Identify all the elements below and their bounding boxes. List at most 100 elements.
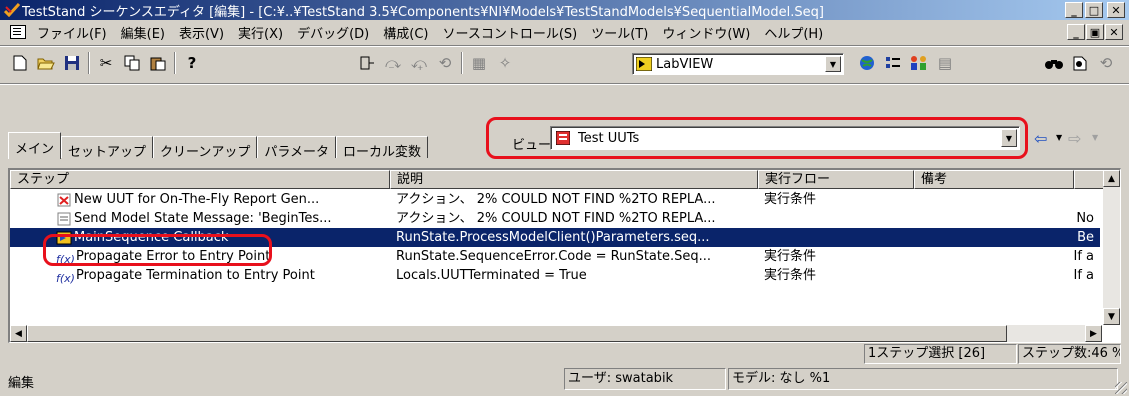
menu-configure[interactable]: 構成(C) [376,23,435,42]
toolbar-separator [174,52,176,74]
document-menu-icon[interactable] [10,25,26,39]
resize-grip[interactable] [1115,382,1127,394]
step-flow: 実行条件 [764,268,817,283]
copy-icon[interactable] [120,52,144,74]
column-extra[interactable] [1074,170,1104,189]
mode-status: 編集 [8,376,35,391]
step-name: New UUT for On-The-Fly Report Gen... [74,192,320,207]
step-name: Propagate Termination to Entry Point [76,268,315,283]
menu-file[interactable]: ファイル(F) [30,23,114,42]
labview-icon [636,57,652,71]
step-note: If a [1073,249,1094,264]
tab-cleanup[interactable]: クリーンアップ [153,136,258,160]
step-description: Locals.UUTTerminated = True [396,268,587,283]
report-step-icon [57,193,71,206]
title-bar: TestStand シーケンスエディタ [編集] - [C:¥..¥TestSt… [0,0,1129,20]
menu-bar: ファイル(F) 編集(E) 表示(V) 実行(X) デバッグ(D) 構成(C) … [0,21,1129,43]
horizontal-scroll-thumb[interactable] [27,325,1007,342]
step-note: If a [1073,268,1094,283]
horizontal-scrollbar[interactable]: ◀ ▶ [10,325,1102,342]
menu-source-control[interactable]: ソースコントロール(S) [435,23,584,42]
menu-window[interactable]: ウィンドウ(W) [655,23,757,42]
find-binoculars-icon[interactable] [1042,52,1066,74]
user-manager-icon[interactable] [907,52,931,74]
view-highlight-annotation [486,117,1028,159]
menu-edit[interactable]: 編集(E) [114,23,172,42]
selection-status: 1ステップ選択 [26] [864,344,1017,364]
step-note [914,190,1094,209]
new-file-icon[interactable] [8,52,32,74]
step-out-icon[interactable]: ⤽ [407,52,431,74]
menu-help[interactable]: ヘルプ(H) [757,23,830,42]
column-description[interactable]: 説明 [390,170,758,189]
back-arrow-icon[interactable]: ⇦ [1034,129,1047,148]
column-step[interactable]: ステップ [10,170,390,189]
adapter-value: LabVIEW [656,56,714,72]
mdi-close-button[interactable]: ✕ [1105,24,1123,40]
vertical-scrollbar[interactable]: ▲ ▼ [1103,170,1120,325]
step-name: Send Model State Message: 'BeginTes... [74,211,332,226]
tab-main[interactable]: メイン [8,132,62,159]
step-description: アクション、 2% COULD NOT FIND %2TO REPLA... [396,192,716,207]
list-header: ステップ 説明 実行フロー 備考 [10,170,1120,189]
variables-icon[interactable] [881,52,905,74]
menu-tools[interactable]: ツール(T) [584,23,655,42]
forward-arrow-icon[interactable]: ⇨ [1068,129,1081,148]
breakpoint-icon[interactable]: ▦ [467,52,491,74]
step-into-icon[interactable] [355,52,379,74]
step-description: アクション、 2% COULD NOT FIND %2TO REPLA... [396,211,716,226]
minimize-button[interactable]: _ [1065,2,1083,18]
globe-icon[interactable] [855,52,879,74]
step-flow: 実行条件 [764,249,817,264]
toolbar: ✂ ? ⤼ ⤽ ⟲ ▦ ✧ LabVIEW ▼ ▤ ⟲ [0,47,1129,79]
step-note: Be [1077,230,1094,245]
close-button[interactable]: ✕ [1107,2,1125,18]
scroll-up-icon[interactable]: ▲ [1103,170,1120,187]
teststand-app-icon [4,3,20,17]
adapter-select[interactable]: LabVIEW ▼ [632,53,844,75]
table-row[interactable]: f(x)Propagate Termination to Entry Point… [10,266,1100,285]
column-flow[interactable]: 実行フロー [758,170,914,189]
step-flow: 実行条件 [764,192,817,207]
open-folder-icon[interactable] [34,52,58,74]
station-globals-icon[interactable]: ▤ [933,52,957,74]
table-row[interactable]: New UUT for On-The-Fly Report Gen... アクシ… [10,190,1100,209]
sequence-file-icon[interactable] [1068,52,1092,74]
tab-locals[interactable]: ローカル変数 [336,136,429,160]
mdi-restore-button[interactable]: ▣ [1086,24,1104,40]
menu-debug[interactable]: デバッグ(D) [290,23,376,42]
menu-execute[interactable]: 実行(X) [231,23,290,42]
step-highlight-annotation [43,234,272,266]
toolbar-bottom-divider [0,83,1129,85]
forward-dropdown-icon[interactable]: ▼ [1092,133,1098,142]
step-description: RunState.ProcessModelClient()Parameters.… [396,230,710,245]
help-question-icon[interactable]: ? [180,52,204,74]
mdi-minimize-button[interactable]: _ [1067,24,1085,40]
step-description: RunState.SequenceError.Code = RunState.S… [396,249,712,264]
maximize-button[interactable]: □ [1085,2,1103,18]
toggle-breakpoint-icon[interactable]: ✧ [493,52,517,74]
table-row[interactable]: Send Model State Message: 'BeginTes... ア… [10,209,1100,228]
tab-setup[interactable]: セットアップ [61,136,154,160]
back-dropdown-icon[interactable]: ▼ [1056,133,1062,142]
step-flow [758,228,914,247]
run-mode-icon[interactable]: ⟲ [433,52,457,74]
save-icon[interactable] [60,52,84,74]
chevron-down-icon[interactable]: ▼ [825,56,841,72]
statement-step-icon: f(x) [56,271,75,285]
scroll-left-icon[interactable]: ◀ [10,325,27,342]
cut-icon[interactable]: ✂ [94,52,118,74]
tab-parameters[interactable]: パラメータ [257,136,337,160]
toolbar-separator [461,52,463,74]
reload-icon[interactable]: ⟲ [1094,52,1118,74]
scroll-down-icon[interactable]: ▼ [1103,308,1120,325]
column-notes[interactable]: 備考 [914,170,1074,189]
paste-icon[interactable] [146,52,170,74]
step-flow [758,209,914,228]
menu-view[interactable]: 表示(V) [172,23,231,42]
scroll-right-icon[interactable]: ▶ [1085,325,1102,342]
model-status: モデル: なし %1 [728,368,1118,390]
sequence-tabs: メイン セットアップ クリーンアップ パラメータ ローカル変数 [8,132,429,160]
step-over-icon[interactable]: ⤼ [381,52,405,74]
user-status: ユーザ: swatabik [564,368,726,390]
